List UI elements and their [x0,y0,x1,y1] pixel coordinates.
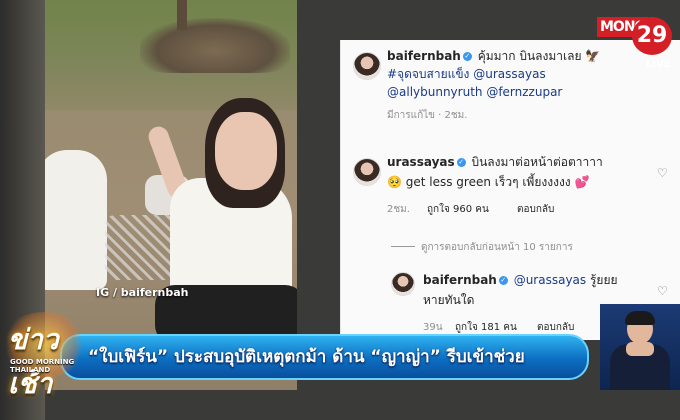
post-caption-text: คุ้มมาก บินลงมาเลย [477,49,582,63]
headline-text: “ใบเฟิร์น” ประสบอุบัติเหตุตกม้า ด้าน “ญา… [88,347,525,367]
comment2-reply-button[interactable]: ตอบกลับ [537,320,574,335]
photo-face [215,112,277,190]
interpreter-hair [625,311,655,325]
comment1-line1: urassayas ✓ บินลงมาต่อหน้าต่อตาาาา [387,154,603,170]
instagram-panel: baifernbah ✓ คุ้มมาก บินลงมาเลย 🦅 #จุดจบส… [340,40,680,340]
comment1-avatar[interactable] [353,158,381,186]
comment2-time: 39น [423,322,443,333]
post-avatar[interactable] [353,52,381,80]
comment2-text: รู้ยยย [589,273,618,287]
comment1-likes[interactable]: ถูกใจ 960 คน [427,202,489,217]
channel-number: 29 [632,17,672,55]
comment1-time: 2ชม. [387,204,410,215]
channel-logo: MONO 29 LIVE [597,17,675,70]
verified-badge-icon: ✓ [498,276,508,285]
comment2-mention[interactable]: @urassayas [514,273,586,287]
photo-branch-pile [140,18,290,73]
comment2-like-heart-icon[interactable]: ♡ [657,284,668,298]
post-username[interactable]: baifernbah [387,49,461,63]
verified-badge-icon: ✓ [456,158,466,167]
comment2-avatar[interactable] [391,272,415,296]
post-meta: มีการแก้ไข · 2ชม. [387,110,468,121]
view-previous-replies-button[interactable]: ดูการตอบกลับก่อนหน้า 10 รายการ [421,240,573,255]
comment2-likes-text: ถูกใจ 181 คน [455,322,517,333]
comment1-like-heart-icon[interactable]: ♡ [657,166,668,180]
live-indicator: LIVE [646,59,671,70]
post-caption-line3[interactable]: @allybunnyruth @fernzzupar [387,84,562,100]
comment2-username[interactable]: baifernbah [423,273,497,287]
comment1-text: บินลงมาต่อหน้าต่อตาาาา [471,155,603,169]
show-logo: ข่าวเช้า GOOD MORNING THAILAND [0,312,92,400]
comment1-username[interactable]: urassayas [387,155,455,169]
verified-badge-icon: ✓ [462,52,472,61]
comment1-reply-button[interactable]: ตอบกลับ [517,202,554,217]
post-caption-line2[interactable]: #จุดจบสายแข็ง @urassayas [387,66,546,82]
comment2-likes[interactable]: ถูกใจ 181 คน [455,320,517,335]
sign-language-interpreter [600,304,680,390]
photo-credit: IG / baifernbah [96,286,189,299]
replies-divider [391,246,415,247]
show-subtitle: GOOD MORNING THAILAND [10,358,75,374]
post-caption-line1: baifernbah ✓ คุ้มมาก บินลงมาเลย 🦅 [387,48,600,64]
comment1-line2: 🥺 get less green เร็วๆ เพี้ยงงงงง 💕 [387,175,590,189]
comment1-reply-label: ตอบกลับ [517,204,555,215]
photo-person-left [45,150,107,290]
photo-tree-trunk [177,0,187,30]
comment2-line2: หายทันใด [423,293,475,307]
comment2-reply-label: ตอบกลับ [537,322,575,333]
comment1-likes-text: ถูกใจ 960 คน [427,204,489,215]
interpreter-hands [626,342,654,356]
comment2-line1: baifernbah ✓ @urassayas รู้ยยย [423,272,618,288]
